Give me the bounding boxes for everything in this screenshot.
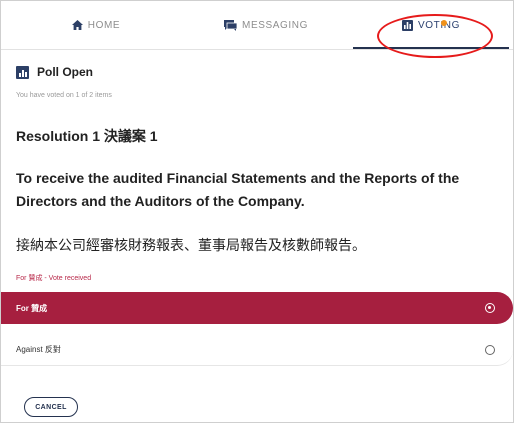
tab-messaging[interactable]: MESSAGING <box>191 1 341 49</box>
poll-header: Poll Open <box>16 65 93 79</box>
resolution-title: Resolution 1 決議案 1 <box>16 128 158 144</box>
radio-against[interactable] <box>485 344 495 355</box>
notification-dot <box>441 20 447 26</box>
voted-count: You have voted on 1 of 2 items <box>16 92 112 99</box>
resolution-text-english: To receive the audited Financial Stateme… <box>16 170 460 209</box>
resolution-text-chinese: 接納本公司經審核財務報表、董事局報告及核數師報告。 <box>16 237 366 253</box>
message-icon <box>224 19 238 31</box>
option-against-label: Against 反對 <box>16 345 61 354</box>
vote-status: For 贊成 - Vote received <box>16 275 92 282</box>
tab-voting-label: VOTING <box>418 19 460 31</box>
tab-home-label: HOME <box>87 19 121 31</box>
option-for[interactable]: For 贊成 <box>1 292 513 324</box>
tab-voting[interactable]: VOTING <box>366 1 496 49</box>
poll-title: Poll Open <box>37 65 94 79</box>
home-icon <box>71 20 83 30</box>
cancel-button[interactable]: CANCEL <box>24 397 78 417</box>
poll-icon <box>402 19 414 31</box>
voting-screen: HOME MESSAGING VOTING Poll Open You have… <box>0 0 514 423</box>
option-against[interactable]: Against 反對 <box>1 334 513 366</box>
active-tab-indicator <box>353 47 509 49</box>
radio-for-selected[interactable] <box>485 303 495 313</box>
tab-home[interactable]: HOME <box>31 1 161 49</box>
option-for-label: For 贊成 <box>16 303 48 313</box>
tab-bar: HOME MESSAGING VOTING <box>1 1 513 58</box>
tab-messaging-label: MESSAGING <box>242 19 308 31</box>
poll-status-icon <box>16 65 29 79</box>
